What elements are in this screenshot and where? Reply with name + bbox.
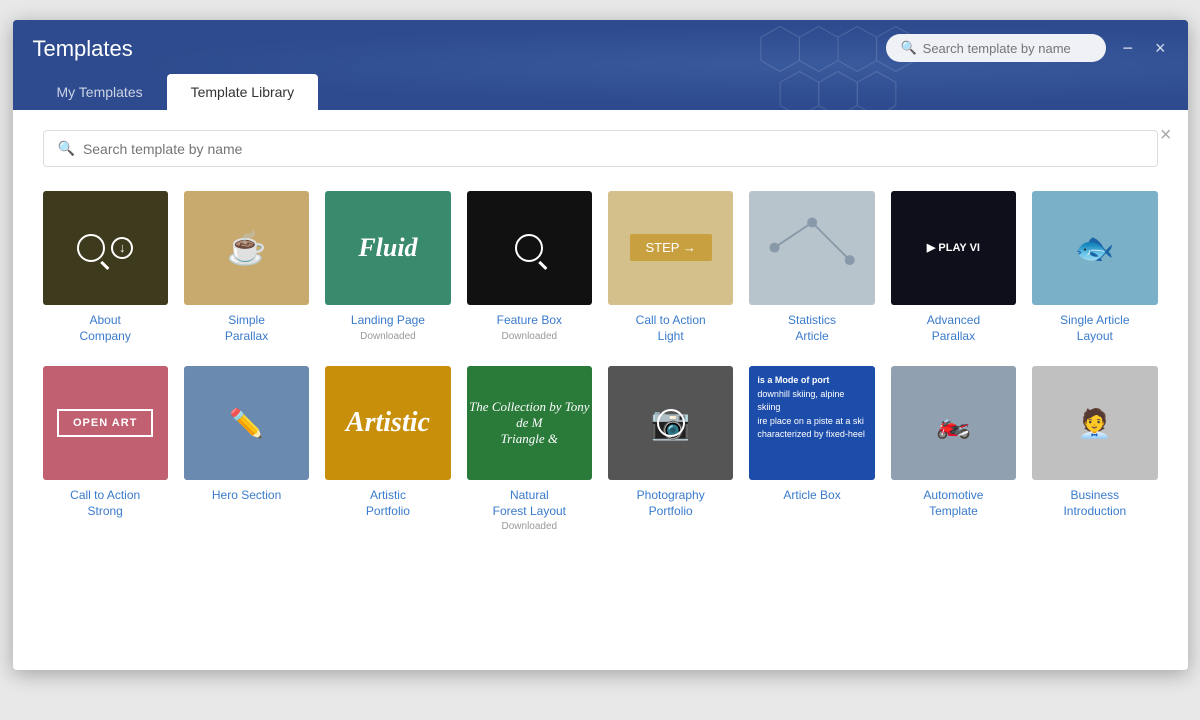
template-name-about-company: About Company [80, 313, 131, 344]
template-name-photography: Photography Portfolio [637, 488, 705, 519]
header-search-input[interactable] [923, 41, 1093, 56]
header-controls: 🔍 − × [886, 34, 1171, 62]
template-badge-feature-box: Downloaded [502, 331, 558, 342]
thumb-cta-light: STEP → [608, 191, 733, 305]
template-name-article-box: Article Box [783, 488, 840, 504]
template-grid: ↓ About Company ☕ Simple Parallax Fluid … [43, 191, 1158, 532]
stat-lines-graphic [749, 191, 874, 305]
template-item-business-intro[interactable]: 🧑‍💼 Business Introduction [1032, 366, 1157, 532]
business-image: 🧑‍💼 [1032, 366, 1157, 480]
template-name-cta-light: Call to Action Light [636, 313, 706, 344]
template-item-landing-page[interactable]: Fluid Landing Page Downloaded [325, 191, 450, 346]
template-badge-natural-forest: Downloaded [502, 521, 558, 532]
template-name-business-intro: Business Introduction [1063, 488, 1126, 519]
template-name-artistic: Artistic Portfolio [366, 488, 410, 519]
modal-header: Templates 🔍 − × My Templates Template Li… [13, 20, 1188, 110]
play-overlay: ▶ PLAY VI [891, 191, 1016, 305]
close-button-body[interactable]: × [1160, 124, 1172, 147]
search-icon [77, 234, 105, 262]
tab-template-library[interactable]: Template Library [167, 74, 319, 110]
close-button-header[interactable]: × [1149, 36, 1172, 61]
modal-body: × 🔍 ↓ About Company ☕ Simple Parallax [13, 110, 1188, 670]
tab-bar: My Templates Template Library [33, 74, 1168, 110]
thumb-feature-box [467, 191, 592, 305]
article-box-text: is a Mode of port downhill skiing, alpin… [757, 374, 866, 442]
templates-modal: Templates 🔍 − × My Templates Template Li… [13, 20, 1188, 670]
hero-image: ✏️ [184, 366, 309, 480]
template-name-automotive: Automotive Template [923, 488, 983, 519]
template-item-feature-box[interactable]: Feature Box Downloaded [467, 191, 592, 346]
thumb-statistics [749, 191, 874, 305]
template-name-advanced-parallax: Advanced Parallax [927, 313, 980, 344]
template-item-natural-forest[interactable]: The Collection by Tony de MTriangle & Na… [467, 366, 592, 532]
camera-image: 📷 [608, 366, 733, 480]
download-icon: ↓ [111, 237, 133, 259]
search-overlay-icon [657, 409, 685, 437]
template-name-feature-box: Feature Box [497, 313, 562, 329]
template-name-cta-strong: Call to Action Strong [70, 488, 140, 519]
fluid-text: Fluid [358, 233, 417, 263]
thumb-artistic: Artistic [325, 366, 450, 480]
template-name-landing-page: Landing Page [351, 313, 425, 329]
header-search-box[interactable]: 🔍 [886, 34, 1106, 62]
natural-text: The Collection by Tony de MTriangle & [467, 399, 592, 447]
thumb-landing-page: Fluid [325, 191, 450, 305]
template-item-hero-section[interactable]: ✏️ Hero Section [184, 366, 309, 532]
template-name-natural-forest: Natural Forest Layout [493, 488, 566, 519]
thumb-advanced-parallax: ▶ PLAY VI [891, 191, 1016, 305]
open-art-button-preview: OPEN ART [57, 409, 153, 437]
thumb-photography: 📷 [608, 366, 733, 480]
template-name-simple-parallax: Simple Parallax [225, 313, 268, 344]
template-badge-landing-page: Downloaded [360, 331, 416, 342]
artistic-text: Artistic [346, 407, 430, 439]
fish-image: 🐟 [1032, 191, 1157, 305]
template-item-photography[interactable]: 📷 Photography Portfolio [608, 366, 733, 532]
body-search-input[interactable] [83, 141, 1143, 157]
thumb-article-box: is a Mode of port downhill skiing, alpin… [749, 366, 874, 480]
thumb-about-company: ↓ [43, 191, 168, 305]
template-item-statistics[interactable]: Statistics Article [749, 191, 874, 346]
thumb-hero-section: ✏️ [184, 366, 309, 480]
thumb-single-article: 🐟 [1032, 191, 1157, 305]
minimize-button[interactable]: − [1116, 36, 1139, 61]
template-name-hero-section: Hero Section [212, 488, 281, 504]
thumb-automotive: 🏍️ [891, 366, 1016, 480]
template-item-automotive[interactable]: 🏍️ Automotive Template [891, 366, 1016, 532]
step-button-preview: STEP → [630, 234, 712, 261]
template-item-cta-light[interactable]: STEP → Call to Action Light [608, 191, 733, 346]
header-search-icon: 🔍 [900, 40, 916, 56]
template-item-article-box[interactable]: is a Mode of port downhill skiing, alpin… [749, 366, 874, 532]
template-name-statistics: Statistics Article [788, 313, 836, 344]
thumb-cta-strong: OPEN ART [43, 366, 168, 480]
template-item-single-article[interactable]: 🐟 Single Article Layout [1032, 191, 1157, 346]
tab-my-templates[interactable]: My Templates [33, 74, 167, 110]
body-search-box[interactable]: 🔍 [43, 130, 1158, 167]
moto-image: 🏍️ [891, 366, 1016, 480]
template-name-single-article: Single Article Layout [1060, 313, 1129, 344]
template-item-about-company[interactable]: ↓ About Company [43, 191, 168, 346]
coffee-image: ☕ [184, 191, 309, 305]
template-item-cta-strong[interactable]: OPEN ART Call to Action Strong [43, 366, 168, 532]
template-item-simple-parallax[interactable]: ☕ Simple Parallax [184, 191, 309, 346]
thumb-natural-forest: The Collection by Tony de MTriangle & [467, 366, 592, 480]
body-search-icon: 🔍 [58, 140, 75, 157]
thumb-business-intro: 🧑‍💼 [1032, 366, 1157, 480]
thumb-simple-parallax: ☕ [184, 191, 309, 305]
template-item-advanced-parallax[interactable]: ▶ PLAY VI Advanced Parallax [891, 191, 1016, 346]
search-icon-feature [515, 234, 543, 262]
template-item-artistic[interactable]: Artistic Artistic Portfolio [325, 366, 450, 532]
